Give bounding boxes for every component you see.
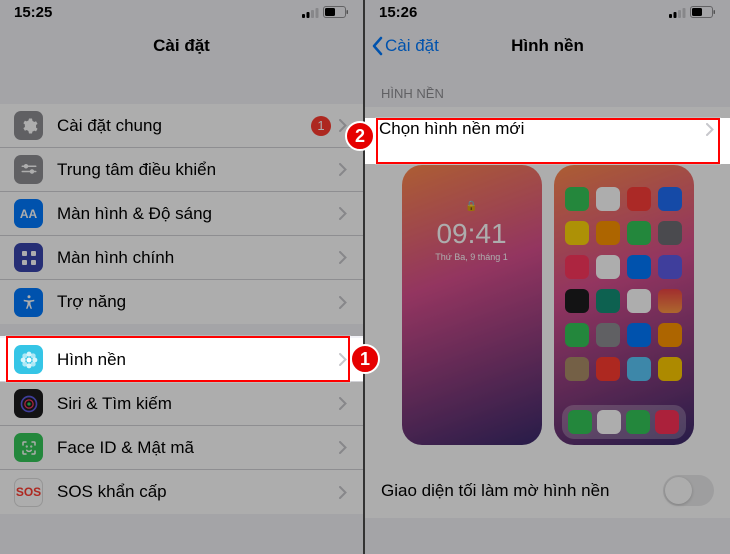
status-time: 15:26 xyxy=(379,4,417,21)
siri-icon xyxy=(14,389,43,418)
chevron-right-icon xyxy=(339,163,347,176)
flower-icon xyxy=(14,345,43,374)
row-accessibility[interactable]: Trợ năng xyxy=(0,280,363,324)
notification-badge: 1 xyxy=(311,116,331,136)
face-id-icon xyxy=(14,433,43,462)
row-display[interactable]: AA Màn hình & Độ sáng xyxy=(0,192,363,236)
dock xyxy=(562,405,686,439)
settings-list: Cài đặt chung 1 Trung tâm điều khiển AA … xyxy=(0,104,363,324)
row-label: Face ID & Mật mã xyxy=(57,438,339,458)
home-grid xyxy=(564,187,684,395)
signal-icon xyxy=(302,7,319,18)
row-label: Siri & Tìm kiếm xyxy=(57,394,339,414)
row-faceid[interactable]: Face ID & Mật mã xyxy=(0,426,363,470)
battery-icon xyxy=(690,6,716,18)
status-icons xyxy=(669,6,716,18)
preview-date: Thứ Ba, 9 tháng 1 xyxy=(435,252,508,262)
status-icons xyxy=(302,6,349,18)
text-size-icon: AA xyxy=(14,199,43,228)
row-label: Cài đặt chung xyxy=(57,116,311,136)
chevron-right-icon xyxy=(339,441,347,454)
sos-icon: SOS xyxy=(14,478,43,507)
nav-bar: Cài đặt Hình nền xyxy=(365,24,730,68)
battery-icon xyxy=(323,6,349,18)
back-button[interactable]: Cài đặt xyxy=(371,36,439,56)
wallpaper-screen: 15:26 Cài đặt Hình nền HÌNH NỀN Chọn hìn… xyxy=(365,0,730,554)
row-general[interactable]: Cài đặt chung 1 xyxy=(0,104,363,148)
row-label: Hình nền xyxy=(57,350,339,370)
sliders-icon xyxy=(14,155,43,184)
lock-screen-preview[interactable]: 🔒 09:41 Thứ Ba, 9 tháng 1 xyxy=(402,165,542,445)
row-control-center[interactable]: Trung tâm điều khiển xyxy=(0,148,363,192)
toggle-switch[interactable] xyxy=(663,475,714,506)
home-screen-preview[interactable] xyxy=(554,165,694,445)
chevron-right-icon xyxy=(339,251,347,264)
wallpaper-previews: 🔒 09:41 Thứ Ba, 9 tháng 1 xyxy=(365,151,730,463)
row-home-screen[interactable]: Màn hình chính xyxy=(0,236,363,280)
status-bar: 15:25 xyxy=(0,0,363,24)
chevron-right-icon xyxy=(706,123,714,136)
row-label: Màn hình & Độ sáng xyxy=(57,204,339,224)
nav-title: Hình nền xyxy=(511,36,584,56)
chevron-left-icon xyxy=(371,36,383,56)
nav-title: Cài đặt xyxy=(153,36,210,56)
accessibility-icon xyxy=(14,288,43,317)
row-label: SOS khẩn cấp xyxy=(57,482,339,502)
wallpaper-list: Chọn hình nền mới xyxy=(365,107,730,151)
step-marker-1: 1 xyxy=(350,344,380,374)
row-label: Chọn hình nền mới xyxy=(379,119,706,139)
row-label: Trợ năng xyxy=(57,292,339,312)
settings-list-2: Hình nền Siri & Tìm kiếm Face ID & Mật m… xyxy=(0,338,363,514)
status-time: 15:25 xyxy=(14,4,52,21)
row-siri[interactable]: Siri & Tìm kiếm xyxy=(0,382,363,426)
grid-icon xyxy=(14,243,43,272)
signal-icon xyxy=(669,7,686,18)
chevron-right-icon xyxy=(339,207,347,220)
preview-time: 09:41 xyxy=(436,218,506,250)
lock-icon: 🔒 xyxy=(465,201,477,212)
gear-icon xyxy=(14,111,43,140)
chevron-right-icon xyxy=(339,397,347,410)
chevron-right-icon xyxy=(339,486,347,499)
back-label: Cài đặt xyxy=(385,36,439,56)
row-label: Trung tâm điều khiển xyxy=(57,160,339,180)
settings-screen: 15:25 Cài đặt Cài đặt chung 1 Trung tâm … xyxy=(0,0,365,554)
toggle-dark-dim: Giao diện tối làm mờ hình nền xyxy=(365,463,730,518)
chevron-right-icon xyxy=(339,353,347,366)
row-label: Màn hình chính xyxy=(57,248,339,268)
row-choose-new-wallpaper[interactable]: Chọn hình nền mới xyxy=(365,107,730,151)
step-marker-2: 2 xyxy=(345,121,375,151)
row-wallpaper[interactable]: Hình nền xyxy=(0,338,363,382)
chevron-right-icon xyxy=(339,296,347,309)
row-sos[interactable]: SOS SOS khẩn cấp xyxy=(0,470,363,514)
status-bar: 15:26 xyxy=(365,0,730,24)
section-header: HÌNH NỀN xyxy=(365,68,730,107)
toggle-label: Giao diện tối làm mờ hình nền xyxy=(381,481,663,501)
nav-bar: Cài đặt xyxy=(0,24,363,68)
